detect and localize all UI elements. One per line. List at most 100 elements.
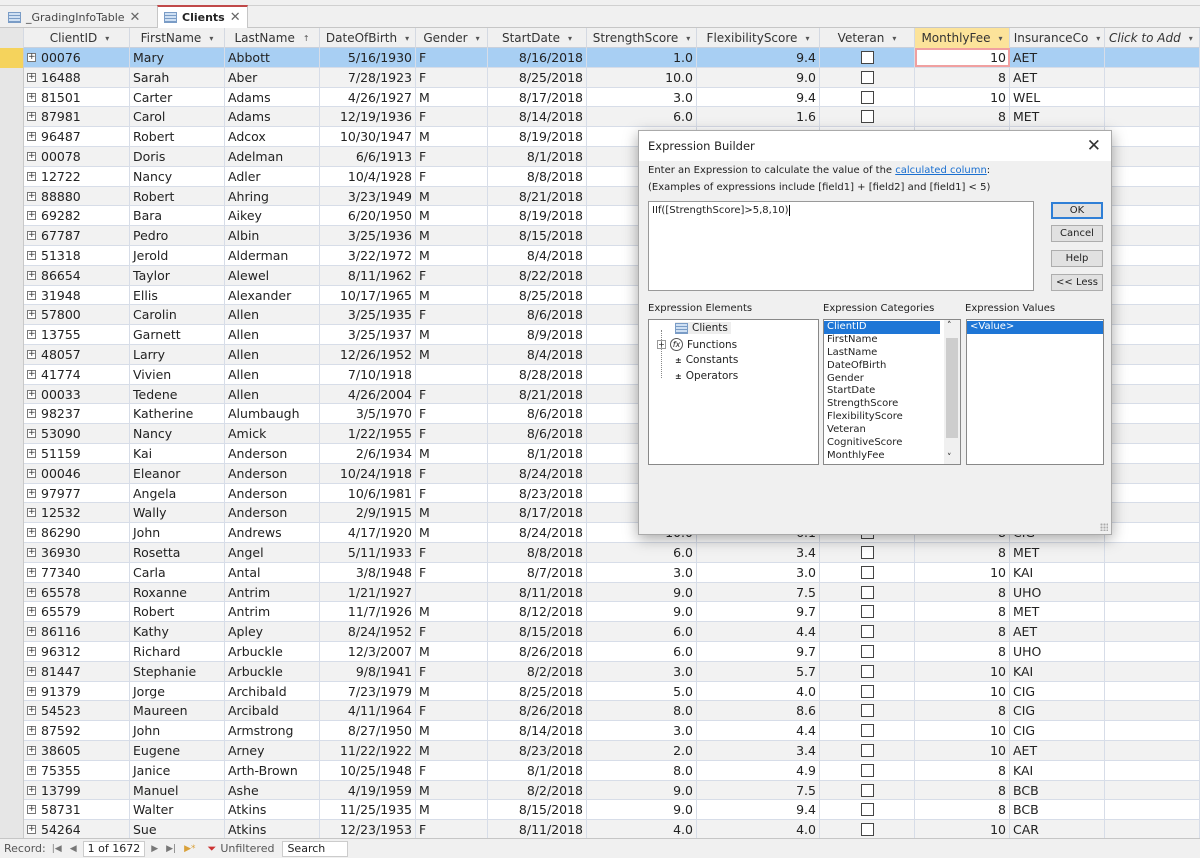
cell-flexibility-score[interactable]: 3.0 [697,562,820,582]
cell-click-to-add[interactable] [1105,305,1200,325]
expand-subdatasheet-icon[interactable]: + [27,231,36,241]
cell-date-of-birth[interactable]: 12/23/1953 [320,820,416,838]
cell-first-name[interactable]: Maureen [130,701,225,721]
dropdown-arrow-icon[interactable]: ▾ [568,34,572,43]
record-selector[interactable] [0,206,24,227]
cell-strength-score[interactable]: 4.0 [587,820,697,838]
cell-gender[interactable]: M [416,800,488,820]
cell-click-to-add[interactable] [1105,345,1200,364]
cell-gender[interactable]: F [416,404,488,424]
cell-insurance-co[interactable]: UHO [1010,642,1105,661]
expand-subdatasheet-icon[interactable]: + [27,53,36,62]
cell-gender[interactable]: F [416,463,488,483]
cell-start-date[interactable]: 8/6/2018 [488,424,587,444]
cell-last-name[interactable]: Antrim [225,602,320,622]
dropdown-arrow-icon[interactable]: ▾ [999,34,1003,43]
cell-veteran[interactable] [820,800,915,820]
record-selector[interactable] [0,780,24,801]
cell-veteran[interactable] [820,701,915,721]
cell-monthly-fee[interactable]: 8 [915,622,1010,642]
cell-client-id[interactable]: 54523 [38,701,130,721]
previous-record-icon[interactable]: ◀ [68,844,79,854]
category-item[interactable]: Veteran [824,424,940,437]
cell-first-name[interactable]: Bara [130,206,225,226]
table-row[interactable]: +13799 Manuel Ashe 4/19/1959 M 8/2/2018 9.0 7.5… [0,780,1200,801]
dropdown-arrow-icon[interactable]: ▾ [1096,34,1100,43]
cell-last-name[interactable]: Alewel [225,265,320,285]
expand-subdatasheet-icon[interactable]: + [27,290,36,300]
record-selector[interactable] [0,147,24,167]
cell-client-id[interactable]: 88880 [38,186,130,206]
cell-flexibility-score[interactable]: 8.6 [697,701,820,721]
cell-first-name[interactable]: Nancy [130,166,225,186]
cell-flexibility-score[interactable]: 7.5 [697,582,820,602]
cell-gender[interactable] [416,582,488,602]
dropdown-arrow-icon[interactable]: ▾ [686,34,690,43]
category-item[interactable]: ClientID [824,321,940,334]
expand-subdatasheet-icon[interactable]: + [27,270,36,280]
cell-click-to-add[interactable] [1105,800,1200,820]
record-selector[interactable] [0,127,24,147]
tree-item-constants[interactable]: ± Constants [675,354,738,366]
cell-first-name[interactable]: Ellis [130,285,225,305]
cell-monthly-fee[interactable]: 8 [915,67,1010,87]
cell-gender[interactable]: F [416,483,488,503]
close-icon[interactable]: ✕ [230,10,241,25]
column-header-veteran[interactable]: Veteran ▾ [820,28,915,48]
cell-click-to-add[interactable] [1105,483,1200,503]
cell-last-name[interactable]: Adler [225,166,320,186]
cell-click-to-add[interactable] [1105,48,1200,67]
cell-gender[interactable]: M [416,681,488,701]
cell-date-of-birth[interactable]: 12/26/1952 [320,345,416,364]
cell-start-date[interactable]: 8/15/2018 [488,622,587,642]
cell-date-of-birth[interactable]: 9/8/1941 [320,661,416,681]
category-item[interactable]: DateOfBirth [824,360,940,373]
cell-start-date[interactable]: 8/25/2018 [488,285,587,305]
cell-start-date[interactable]: 8/6/2018 [488,305,587,325]
expand-subdatasheet-icon[interactable]: + [27,805,36,815]
cell-first-name[interactable]: Manuel [130,780,225,800]
cell-date-of-birth[interactable]: 10/24/1918 [320,463,416,483]
cell-start-date[interactable]: 8/21/2018 [488,384,587,404]
cell-strength-score[interactable]: 10.0 [587,67,697,87]
cell-client-id[interactable]: 58731 [38,800,130,820]
cell-client-id[interactable]: 48057 [38,345,130,364]
cell-gender[interactable]: M [416,523,488,543]
cell-flexibility-score[interactable]: 9.4 [697,87,820,107]
cell-client-id[interactable]: 97977 [38,483,130,503]
cell-gender[interactable]: F [416,305,488,325]
dropdown-arrow-icon[interactable]: ▾ [476,34,480,43]
category-item[interactable]: StartDate [824,385,940,398]
cell-click-to-add[interactable] [1105,444,1200,463]
cell-first-name[interactable]: Walter [130,800,225,820]
cell-first-name[interactable]: Angela [130,483,225,503]
cell-gender[interactable]: F [416,67,488,87]
cell-date-of-birth[interactable]: 10/25/1948 [320,760,416,780]
cell-strength-score[interactable]: 6.0 [587,107,697,127]
cell-start-date[interactable]: 8/24/2018 [488,523,587,543]
table-row[interactable]: +65579 Robert Antrim 11/7/1926 M 8/12/2018 9.0… [0,602,1200,623]
cell-date-of-birth[interactable]: 3/5/1970 [320,404,416,424]
table-row[interactable]: +58731 Walter Atkins 11/25/1935 M 8/15/2018 9.… [0,800,1200,821]
record-selector[interactable] [0,642,24,662]
cell-client-id[interactable]: 69282 [38,206,130,226]
cell-client-id[interactable]: 00046 [38,463,130,483]
cell-date-of-birth[interactable]: 7/23/1979 [320,681,416,701]
cell-client-id[interactable]: 12532 [38,503,130,523]
cell-client-id[interactable]: 67787 [38,226,130,246]
cell-last-name[interactable]: Aikey [225,206,320,226]
cell-gender[interactable]: M [416,186,488,206]
cell-insurance-co[interactable]: MET [1010,107,1105,127]
cell-monthly-fee[interactable]: 10 [915,741,1010,760]
cell-gender[interactable]: F [416,562,488,582]
cell-veteran[interactable] [820,681,915,701]
cell-start-date[interactable]: 8/25/2018 [488,681,587,701]
cell-first-name[interactable]: Mary [130,48,225,67]
column-header-date-of-birth[interactable]: DateOfBirth ▾ [320,28,416,48]
cell-insurance-co[interactable]: CIG [1010,701,1105,721]
cell-strength-score[interactable]: 8.0 [587,701,697,721]
veteran-checkbox[interactable] [860,90,874,104]
cell-veteran[interactable] [820,820,915,838]
table-row[interactable]: +54523 Maureen Arcibald 4/11/1964 F 8/26/2018… [0,701,1200,722]
cell-strength-score[interactable]: 9.0 [587,800,697,820]
